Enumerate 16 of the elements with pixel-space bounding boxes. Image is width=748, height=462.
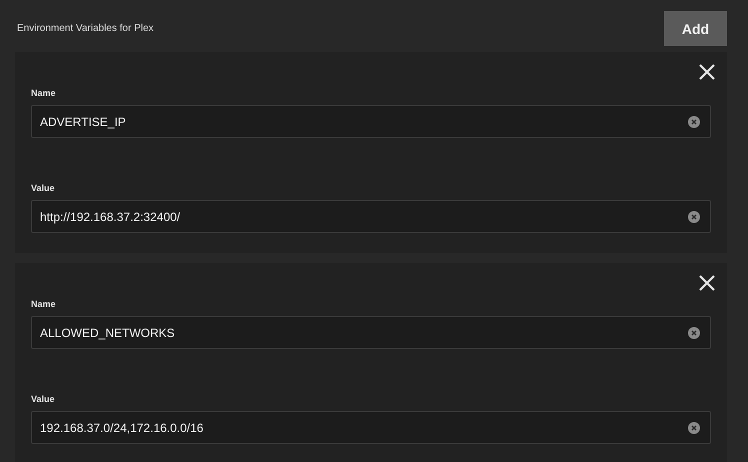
close-icon[interactable] (698, 63, 716, 81)
clear-icon[interactable] (688, 422, 700, 434)
clear-icon[interactable] (688, 116, 700, 128)
section-title: Environment Variables for Plex (17, 23, 154, 34)
value-field[interactable]: 192.168.37.0/24,172.16.0.0/16 (31, 411, 711, 444)
field-label: Name (31, 88, 57, 98)
name-field[interactable]: ADVERTISE_IP (31, 105, 711, 138)
value-field[interactable]: http://192.168.37.2:32400/ (31, 200, 711, 233)
close-icon[interactable] (698, 274, 716, 292)
clear-icon[interactable] (688, 210, 700, 222)
field-label: Value (31, 183, 56, 193)
name-field[interactable]: ALLOWED_NETWORKS (31, 316, 711, 349)
field-label: Name (31, 299, 57, 309)
field-label: Value (31, 394, 56, 404)
add-button[interactable]: Add (664, 11, 727, 46)
clear-icon[interactable] (688, 326, 700, 338)
